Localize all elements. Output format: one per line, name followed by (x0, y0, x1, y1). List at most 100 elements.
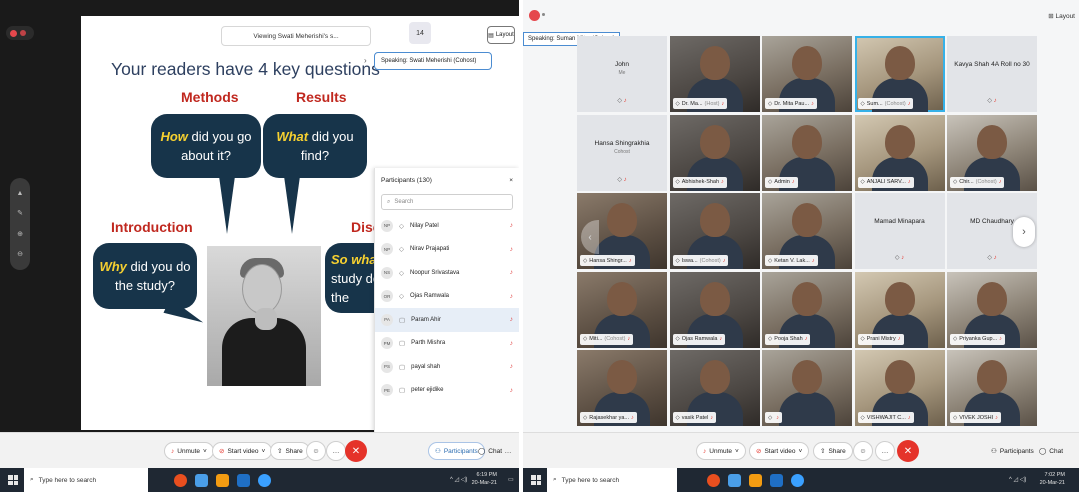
video-tile[interactable]: ◇ ♪ (762, 350, 852, 426)
start-video-button[interactable]: ⊘ Start video ˅ (749, 442, 810, 460)
participant-row[interactable]: NP ◇ Nilay Patel ♪ (375, 214, 519, 238)
chrome-icon[interactable] (707, 473, 720, 487)
taskbar-search[interactable]: ⌕ Type here to search (547, 468, 677, 492)
participant-face (884, 124, 915, 159)
close-icon[interactable]: × (509, 177, 513, 184)
app-icon[interactable] (728, 473, 741, 487)
system-tray-icons[interactable]: ^ ◿ ◁) (1009, 476, 1026, 483)
more-button[interactable]: … (326, 441, 346, 461)
page-number: 14 (409, 22, 431, 44)
video-tile[interactable]: ◇ Ojas Ramwala ♪ (669, 271, 760, 348)
share-icon: ⇧ (277, 448, 283, 455)
tile-name: Dr. Mita Pau... (774, 100, 810, 107)
record-status-icon (20, 30, 26, 36)
muted-mic-icon[interactable]: ♪ (510, 293, 513, 300)
viewing-label[interactable]: Viewing Swati Meherishi's s... (221, 26, 371, 46)
record-dot-icon[interactable] (529, 10, 540, 21)
video-tile[interactable]: ◇ VISHWAJIT C... ♪ (854, 350, 945, 426)
webex-icon[interactable] (258, 473, 271, 487)
video-tile[interactable]: ◇ Abhishek-Shah ♪ (669, 114, 760, 191)
clock[interactable]: 7:02 PM 20-Mar-21 (1040, 471, 1065, 487)
video-tile[interactable]: ◇ vasik Patel ♪ (669, 350, 760, 426)
video-tile[interactable]: Mamad Minapara ◇ ♪ (854, 193, 945, 269)
muted-mic-icon[interactable]: ♪ (510, 246, 513, 253)
outlook-icon[interactable] (237, 473, 250, 487)
notifications-icon[interactable]: ▭ (508, 476, 514, 483)
participant-face (792, 203, 822, 237)
muted-mic-icon[interactable]: ♪ (510, 340, 513, 347)
windows-start-icon[interactable] (531, 475, 541, 485)
share-button[interactable]: ⇧ Share (813, 442, 853, 460)
participants-button[interactable]: ⚇ Participants (985, 442, 1040, 460)
recording-indicator[interactable] (6, 26, 34, 40)
video-tile[interactable]: ◇ Ketan V. Lak... ♪ (762, 193, 852, 269)
layout-button[interactable]: ▤ Layout (487, 26, 515, 44)
pen-icon[interactable]: ✎ (17, 209, 23, 217)
video-tile[interactable]: Hansa Shingrakhia Cohost ◇ ♪ (577, 114, 667, 191)
annotation-toolbar[interactable]: ▲ ✎ ⊕ ⊖ (10, 178, 30, 270)
next-page-button[interactable]: › (1013, 217, 1035, 247)
video-tile[interactable]: ◇ Miti... (Cohost) ♪ (577, 271, 667, 348)
participant-row[interactable]: NP ◇ Nirav Prajapati ♪ (375, 238, 519, 262)
layout-button[interactable]: ⊞ Layout (1048, 12, 1075, 20)
video-tile[interactable]: ◇ Admin ♪ (762, 114, 852, 191)
more-options-button[interactable]: … (498, 441, 518, 461)
share-label: Share (828, 447, 846, 455)
participant-row[interactable]: PM ▢ Parth Mishra ♪ (375, 332, 519, 356)
participants-search[interactable]: ⌕ Search (381, 194, 513, 210)
reactions-button[interactable]: ☺ (306, 441, 326, 461)
leave-button[interactable]: ✕ (897, 440, 919, 462)
app-icon[interactable] (195, 473, 208, 487)
unmute-button[interactable]: ♪ Unmute ˅ (696, 442, 746, 460)
video-tile[interactable]: ◇ VIVEK JOSHI ♪ (947, 350, 1037, 426)
start-video-button[interactable]: ⊘ Start video ˅ (212, 442, 273, 460)
meeting-controls: ♪ Unmute ˅ ⊘ Start video ˅ ⇧ Share ☺ … ✕ ⚇ Par… (523, 432, 1079, 468)
video-tile[interactable]: ◇ Priyanka Gup... ♪ (947, 271, 1037, 348)
share-button[interactable]: ⇧ Share (270, 442, 310, 460)
tile-name: Priyanka Gup... (959, 336, 998, 342)
unmute-button[interactable]: ♪ Unmute ˅ (164, 442, 214, 460)
video-tile[interactable]: ◇ Rajasekhar ya... ♪ (577, 350, 667, 426)
video-tile[interactable]: ◇ Dr. Mita Pau... ♪ (762, 36, 852, 112)
muted-mic-icon[interactable]: ♪ (510, 363, 513, 370)
chevron-right-icon[interactable]: › (364, 56, 367, 65)
video-tile[interactable]: ◇ Sum... (Cohost) ♪ (854, 36, 945, 112)
bubble-how: How did you go about it? (151, 114, 261, 178)
folder-icon[interactable] (749, 473, 762, 487)
pointer-icon[interactable]: ▲ (17, 190, 24, 197)
muted-mic-icon[interactable]: ♪ (510, 222, 513, 229)
video-tile[interactable]: ◇ Dr. Ma... (Host) ♪ (669, 36, 760, 112)
bubble-so-text: study do the (331, 270, 381, 305)
participant-row[interactable]: PA ▢ Param Ahir ♪ (375, 308, 519, 332)
taskbar-search[interactable]: ⌕ Type here to search (24, 468, 148, 492)
muted-mic-icon[interactable]: ♪ (510, 269, 513, 276)
video-tile[interactable]: ◇ Chir... (Cohost) ♪ (947, 114, 1037, 191)
video-tile[interactable]: Kavya Shah 4A Roll no 30 ◇ ♪ (947, 36, 1037, 112)
chrome-icon[interactable] (174, 473, 187, 487)
video-tile[interactable]: ◇ ANJALI SARV... ♪ (854, 114, 945, 191)
video-tile[interactable]: ◇ Prani Mistry ♪ (854, 271, 945, 348)
video-tile[interactable]: John Me ◇ ♪ (577, 36, 667, 112)
video-tile[interactable]: ◇ Iswa... (Cohost) ♪ (669, 193, 760, 269)
outlook-icon[interactable] (770, 473, 783, 487)
zoom-in-icon[interactable]: ⊕ (17, 230, 23, 238)
muted-mic-icon[interactable]: ♪ (510, 387, 513, 394)
zoom-out-icon[interactable]: ⊖ (17, 250, 23, 258)
video-tile[interactable]: ◇ Pooja Shah ♪ (762, 271, 852, 348)
reactions-button[interactable]: ☺ (853, 441, 873, 461)
video-off-icon: ◇ (399, 222, 404, 230)
participant-row[interactable]: PE ▢ peter ejidike ♪ (375, 379, 519, 403)
more-button[interactable]: … (875, 441, 895, 461)
webex-icon[interactable] (791, 473, 804, 487)
clock[interactable]: 6:19 PM 20-Mar-21 (472, 471, 497, 487)
system-tray-icons[interactable]: ^ ◿ ◁) (450, 476, 467, 483)
participant-row[interactable]: NS ◇ Noopur Srivastava ♪ (375, 261, 519, 285)
participant-body (779, 392, 835, 426)
muted-mic-icon[interactable]: ♪ (510, 316, 513, 323)
participant-row[interactable]: OR ◇ Ojas Ramwala ♪ (375, 285, 519, 309)
windows-start-icon[interactable] (8, 475, 18, 485)
leave-button[interactable]: ✕ (345, 440, 367, 462)
participant-row[interactable]: PS ▢ payal shah ♪ (375, 355, 519, 379)
chat-button[interactable]: ◯ Chat (1033, 442, 1069, 460)
folder-icon[interactable] (216, 473, 229, 487)
